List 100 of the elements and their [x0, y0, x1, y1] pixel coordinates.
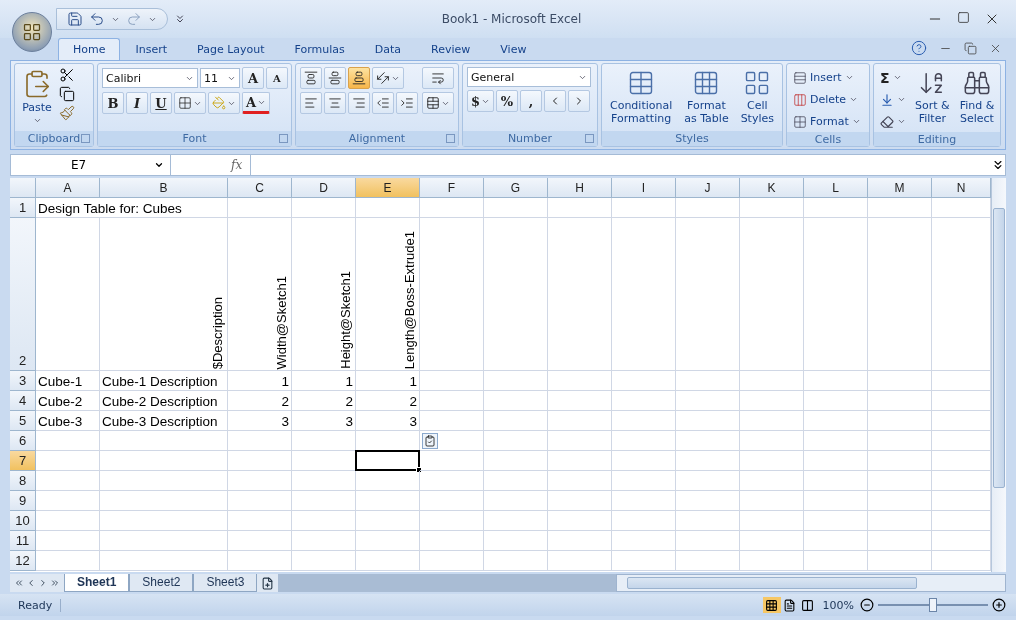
empty-cell[interactable] [420, 371, 484, 391]
column-header[interactable]: A [36, 178, 100, 198]
empty-cell[interactable] [484, 491, 548, 511]
empty-cell[interactable] [804, 371, 868, 391]
empty-cell[interactable] [740, 551, 804, 571]
empty-cell[interactable] [420, 411, 484, 431]
empty-cell[interactable] [484, 218, 548, 371]
editing-button[interactable]: Sort & Filter [912, 67, 953, 132]
ribbon-tab[interactable]: Insert [120, 38, 183, 60]
empty-cell[interactable] [612, 531, 676, 551]
empty-cell[interactable] [484, 371, 548, 391]
empty-cell[interactable] [420, 198, 484, 218]
empty-cell[interactable] [548, 431, 612, 451]
increase-indent-button[interactable] [396, 92, 418, 114]
column-header[interactable]: D [292, 178, 356, 198]
empty-cell[interactable] [676, 391, 740, 411]
styles-button[interactable]: Conditional Formatting [607, 67, 676, 131]
styles-button[interactable]: Format as Table [681, 67, 732, 131]
empty-cell[interactable] [356, 511, 420, 531]
empty-cell[interactable] [740, 531, 804, 551]
decrease-decimal-button[interactable] [568, 90, 591, 112]
dialog-launcher-icon[interactable] [585, 134, 594, 143]
empty-cell[interactable] [676, 471, 740, 491]
horizontal-align-button[interactable] [324, 92, 346, 114]
empty-cell[interactable] [612, 511, 676, 531]
empty-cell[interactable] [868, 551, 932, 571]
empty-cell[interactable] [676, 451, 740, 471]
empty-cell[interactable] [548, 551, 612, 571]
paste-button[interactable]: Paste [19, 67, 55, 131]
ribbon-tab[interactable]: Page Layout [182, 38, 280, 60]
row-header[interactable]: 12 [10, 551, 36, 571]
empty-cell[interactable] [804, 511, 868, 531]
grow-font-button[interactable]: A [242, 67, 264, 89]
zoom-slider-thumb[interactable] [929, 598, 937, 612]
row-header[interactable]: 2 [10, 218, 36, 371]
column-header[interactable]: I [612, 178, 676, 198]
empty-cell[interactable] [548, 451, 612, 471]
fill-color-button[interactable] [208, 92, 240, 114]
empty-cell[interactable] [484, 471, 548, 491]
dialog-launcher-icon[interactable] [279, 134, 288, 143]
normal-view-icon[interactable] [765, 598, 779, 612]
column-header[interactable]: L [804, 178, 868, 198]
empty-cell[interactable] [292, 471, 356, 491]
column-header[interactable]: B [100, 178, 228, 198]
empty-cell[interactable] [612, 431, 676, 451]
sheet-tab[interactable]: Sheet3 [193, 574, 258, 592]
empty-cell[interactable] [612, 411, 676, 431]
percent-button[interactable]: % [496, 90, 519, 112]
zoom-out-icon[interactable] [860, 598, 874, 612]
row-header[interactable]: 3 [10, 371, 36, 391]
column-header[interactable]: C [228, 178, 292, 198]
empty-cell[interactable] [804, 471, 868, 491]
empty-cell[interactable] [740, 371, 804, 391]
copy-icon[interactable] [59, 86, 75, 102]
empty-cell[interactable] [548, 511, 612, 531]
ribbon-tab[interactable]: View [485, 38, 542, 60]
cells-button[interactable]: Insert [791, 67, 863, 88]
sheet-tab[interactable]: Sheet1 [64, 574, 130, 592]
empty-cell[interactable] [356, 551, 420, 571]
empty-cell[interactable] [484, 451, 548, 471]
empty-cell[interactable] [420, 451, 484, 471]
empty-cell[interactable] [804, 218, 868, 371]
empty-cell[interactable] [548, 218, 612, 371]
empty-cell[interactable] [100, 511, 228, 531]
office-button[interactable] [12, 12, 52, 52]
ribbon-tab[interactable]: Formulas [279, 38, 360, 60]
font-color-button[interactable]: A [242, 92, 271, 114]
empty-cell[interactable] [612, 218, 676, 371]
empty-cell[interactable] [100, 531, 228, 551]
font-size-field[interactable]: 11 [200, 68, 240, 88]
empty-cell[interactable] [612, 491, 676, 511]
empty-cell[interactable] [804, 451, 868, 471]
page-break-view-icon[interactable] [801, 598, 815, 612]
comma-button[interactable]: , [520, 90, 543, 112]
vertical-align-button[interactable] [324, 67, 346, 89]
empty-cell[interactable] [804, 198, 868, 218]
empty-cell[interactable] [612, 451, 676, 471]
empty-cell[interactable] [228, 198, 292, 218]
empty-cell[interactable] [612, 471, 676, 491]
empty-cell[interactable] [804, 391, 868, 411]
empty-cell[interactable] [420, 531, 484, 551]
increase-decimal-button[interactable] [544, 90, 567, 112]
empty-cell[interactable] [868, 531, 932, 551]
merge-button[interactable] [422, 92, 454, 114]
column-header[interactable]: K [740, 178, 804, 198]
cells-button[interactable]: Format [791, 111, 863, 132]
restore-icon[interactable] [964, 41, 977, 55]
empty-cell[interactable] [868, 411, 932, 431]
last-sheet-icon[interactable] [50, 578, 60, 588]
empty-cell[interactable] [356, 471, 420, 491]
empty-cell[interactable] [420, 551, 484, 571]
row-header[interactable]: 8 [10, 471, 36, 491]
number-format-field[interactable]: General [467, 67, 591, 87]
autosum-button[interactable]: Σ [878, 67, 908, 88]
empty-cell[interactable] [548, 411, 612, 431]
empty-cell[interactable] [676, 411, 740, 431]
save-icon[interactable] [67, 11, 83, 27]
empty-cell[interactable] [804, 531, 868, 551]
font-name-field[interactable]: Calibri [102, 68, 198, 88]
empty-cell[interactable] [740, 198, 804, 218]
